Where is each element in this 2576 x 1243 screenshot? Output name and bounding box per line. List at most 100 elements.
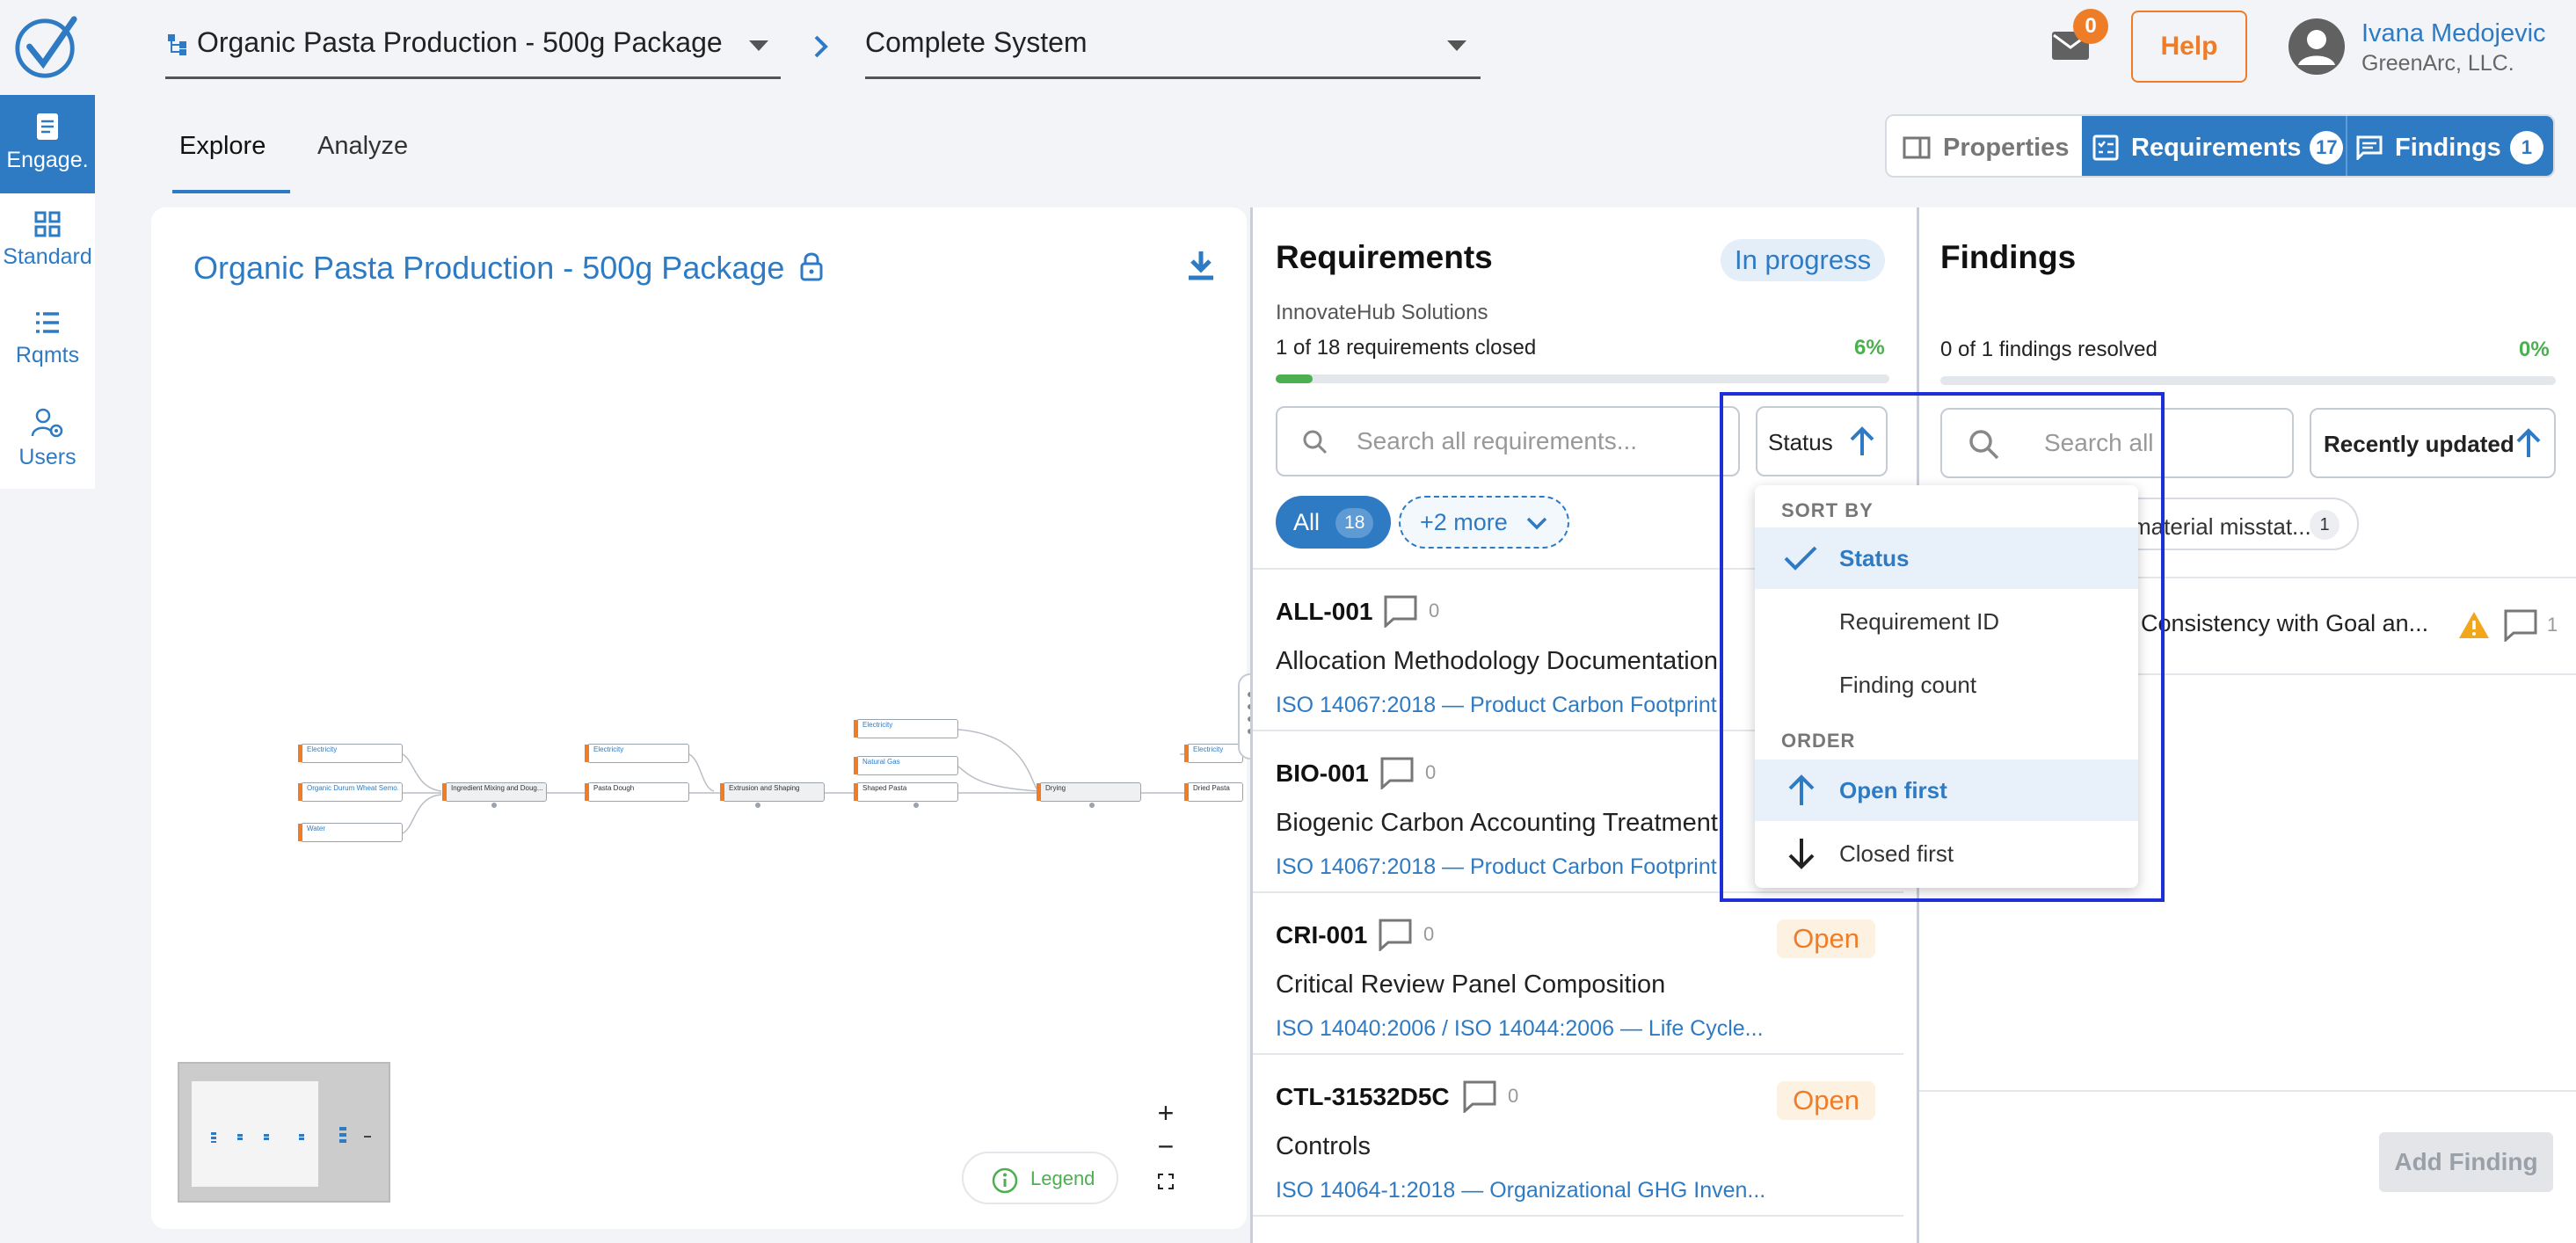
sidebar: Engage. Standard Rqmts Users bbox=[0, 95, 95, 489]
process-node[interactable]: Electricity bbox=[1184, 744, 1243, 763]
comment-count: 0 bbox=[1429, 600, 1440, 622]
mail-count-badge: 0 bbox=[2073, 9, 2108, 44]
process-node-label: Electricity bbox=[593, 745, 624, 753]
requirement-id: BIO-001 bbox=[1276, 760, 1369, 787]
findings-sort-button[interactable]: Recently updated bbox=[2310, 408, 2556, 478]
process-node[interactable]: Dried Pasta bbox=[1184, 782, 1243, 802]
requirement-standard: ISO 14067:2018 — Product Carbon Footprin… bbox=[1276, 693, 1717, 717]
breadcrumb-chevron-icon bbox=[814, 35, 828, 58]
requirements-org: InnovateHub Solutions bbox=[1276, 301, 1488, 324]
user-org: GreenArc, LLC. bbox=[2361, 51, 2514, 76]
requirement-status-badge: Open bbox=[1777, 1081, 1875, 1120]
tab-analyze[interactable]: Analyze bbox=[317, 132, 408, 161]
requirement-row[interactable]: CTL-31532D5C 0 Open Controls ISO 14064-1… bbox=[1253, 1055, 1903, 1217]
info-icon bbox=[992, 1167, 1018, 1194]
filter-all-label: All bbox=[1293, 509, 1321, 535]
filter-all-chip[interactable]: All 18 bbox=[1276, 496, 1392, 549]
process-node[interactable]: Pasta Dough bbox=[585, 782, 689, 802]
requirements-toggle-label: Requirements bbox=[2131, 133, 2302, 162]
document-icon bbox=[37, 113, 58, 140]
process-node-label: Water bbox=[307, 825, 326, 832]
help-label: Help bbox=[2160, 32, 2218, 61]
process-node-label: Pasta Dough bbox=[593, 784, 635, 792]
filter-more-chip[interactable]: +2 more bbox=[1399, 496, 1569, 549]
comment-count: 0 bbox=[1425, 761, 1437, 783]
filter-chip-count: 1 bbox=[2310, 510, 2340, 540]
minimap[interactable] bbox=[178, 1062, 390, 1203]
process-node[interactable]: Electricity bbox=[854, 719, 958, 738]
chevron-down-icon bbox=[749, 40, 768, 51]
mail-button[interactable]: 0 bbox=[2048, 9, 2110, 79]
product-selector[interactable]: Organic Pasta Production - 500g Package bbox=[165, 0, 781, 79]
finding-comment-count: 1 bbox=[2547, 614, 2558, 636]
comment-icon[interactable] bbox=[2503, 608, 2538, 642]
scope-selector[interactable]: Complete System bbox=[865, 0, 1481, 79]
requirement-id: CRI-001 bbox=[1276, 921, 1368, 949]
properties-label: Properties bbox=[1943, 133, 2070, 162]
requirements-count-badge: 17 bbox=[2310, 131, 2344, 164]
requirements-progress-pct: 6% bbox=[1854, 336, 1885, 360]
zoom-out-button[interactable]: − bbox=[1148, 1130, 1183, 1166]
process-node[interactable]: Water bbox=[298, 823, 403, 842]
legend-label: Legend bbox=[1030, 1167, 1095, 1189]
users-gear-icon bbox=[31, 408, 63, 438]
requirements-progress-track bbox=[1276, 374, 1889, 383]
sidebar-item-standard[interactable]: Standard bbox=[0, 193, 95, 292]
process-node-label: Shaped Pasta bbox=[862, 784, 907, 792]
fit-view-icon[interactable] bbox=[1157, 1173, 1175, 1190]
add-finding-button[interactable]: Add Finding bbox=[2379, 1132, 2553, 1192]
requirements-progress-text: 1 of 18 requirements closed bbox=[1276, 336, 1537, 360]
requirement-id: CTL-31532D5C bbox=[1276, 1083, 1450, 1110]
tab-explore[interactable]: Explore bbox=[179, 132, 266, 161]
list-icon bbox=[36, 312, 59, 333]
process-node[interactable]: Electricity bbox=[298, 744, 403, 763]
scope-selector-value: Complete System bbox=[865, 26, 1088, 58]
requirements-toggle-button[interactable]: Requirements 17 bbox=[2082, 116, 2346, 176]
comment-icon[interactable] bbox=[1383, 594, 1418, 628]
requirement-row[interactable]: CRI-001 0 Open Critical Review Panel Com… bbox=[1253, 893, 1903, 1055]
process-node[interactable]: Natural Gas bbox=[854, 756, 958, 775]
comment-icon[interactable] bbox=[1378, 918, 1413, 951]
process-node[interactable]: Extrusion and Shaping bbox=[720, 782, 825, 802]
app-logo-icon[interactable] bbox=[12, 12, 81, 81]
requirement-status-badge: Open bbox=[1777, 920, 1875, 958]
process-node-label: Dried Pasta bbox=[1193, 784, 1230, 792]
zoom-controls: + − bbox=[1148, 1095, 1183, 1204]
properties-icon bbox=[1903, 136, 1931, 159]
sidebar-item-users[interactable]: Users bbox=[0, 390, 95, 489]
search-icon bbox=[1303, 430, 1328, 454]
panel-toggle-group: Properties Requirements 17 Findings 1 bbox=[1885, 114, 2555, 178]
zoom-in-button[interactable]: + bbox=[1148, 1095, 1183, 1130]
explore-panel: Organic Pasta Production - 500g Package … bbox=[151, 207, 1263, 1229]
process-node-label: Natural Gas bbox=[862, 758, 900, 766]
comment-icon[interactable] bbox=[1462, 1079, 1497, 1113]
chevron-down-icon bbox=[1447, 40, 1466, 51]
findings-title: Findings bbox=[1940, 239, 2077, 275]
process-node[interactable]: Organic Durum Wheat Semo... bbox=[298, 782, 403, 802]
requirement-title: Controls bbox=[1276, 1132, 1371, 1160]
process-node[interactable]: Ingredient Mixing and Doug... bbox=[442, 782, 547, 802]
sidebar-item-rqmts[interactable]: Rqmts bbox=[0, 292, 95, 390]
properties-button[interactable]: Properties bbox=[1887, 116, 2082, 176]
grid-icon bbox=[34, 211, 61, 237]
comment-icon[interactable] bbox=[1379, 756, 1415, 789]
process-node-label: Drying bbox=[1045, 784, 1066, 792]
process-node-label: Electricity bbox=[307, 745, 338, 753]
requirement-title: Allocation Methodology Documentation bbox=[1276, 647, 1718, 675]
finding-title: Consistency with Goal an... bbox=[2141, 610, 2429, 636]
findings-toggle-button[interactable]: Findings 1 bbox=[2346, 116, 2553, 176]
help-button[interactable]: Help bbox=[2131, 11, 2247, 83]
filter-all-count: 18 bbox=[1335, 508, 1374, 539]
legend-button[interactable]: Legend bbox=[962, 1152, 1118, 1204]
requirements-search-input[interactable]: Search all requirements... bbox=[1276, 406, 1740, 476]
process-node[interactable]: Electricity bbox=[585, 744, 689, 763]
requirement-standard: ISO 14064-1:2018 — Organizational GHG In… bbox=[1276, 1178, 1766, 1203]
process-node[interactable]: Shaped Pasta bbox=[854, 782, 958, 802]
user-avatar-icon[interactable] bbox=[2288, 18, 2346, 76]
process-node[interactable]: Drying bbox=[1037, 782, 1141, 802]
filter-more-label: +2 more bbox=[1420, 509, 1508, 535]
tab-active-indicator bbox=[172, 190, 290, 193]
sidebar-item-engage[interactable]: Engage. bbox=[0, 95, 95, 193]
process-node-label: Organic Durum Wheat Semo... bbox=[307, 784, 398, 792]
user-name[interactable]: Ivana Medojevic bbox=[2361, 19, 2546, 48]
